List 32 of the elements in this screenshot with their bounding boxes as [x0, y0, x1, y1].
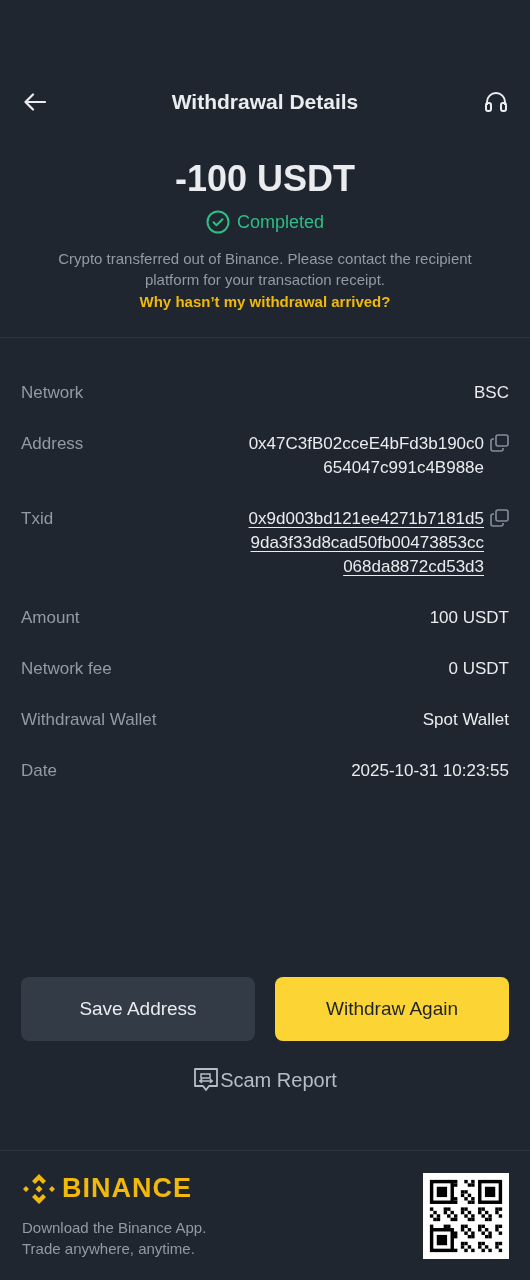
- detail-label: Date: [21, 760, 57, 782]
- detail-value: 0 USDT: [448, 658, 509, 680]
- detail-value: 2025-10-31 10:23:55: [351, 760, 509, 782]
- detail-label: Address: [21, 433, 84, 455]
- detail-value: BSC: [474, 382, 509, 404]
- txid-link[interactable]: 0x9d003bd121ee4271b7181d5 9da3f33d8cad50fb00473853cc 068da8872cd53d3: [248, 507, 484, 579]
- detail-label: Network fee: [21, 658, 112, 680]
- detail-label: Amount: [21, 607, 80, 629]
- support-button[interactable]: [482, 89, 510, 115]
- withdraw-again-button[interactable]: Withdraw Again: [275, 977, 509, 1041]
- copy-icon[interactable]: [490, 434, 509, 452]
- help-link[interactable]: Why hasn’t my withdrawal arrived?: [139, 293, 391, 310]
- detail-label: Network: [21, 382, 84, 404]
- headset-icon: [484, 91, 508, 113]
- page-title: Withdrawal Details: [171, 90, 359, 114]
- brand-wordmark: BINANCE: [62, 1173, 192, 1204]
- copy-icon[interactable]: [490, 509, 509, 527]
- report-icon: [193, 1067, 220, 1093]
- app-tagline: Download the Binance App. Trade anywhere, anytime.: [22, 1217, 207, 1259]
- detail-value: 100 USDT: [429, 607, 509, 629]
- diamond-logo-icon: [22, 1172, 56, 1205]
- detail-label: Withdrawal Wallet: [21, 709, 157, 731]
- detail-value: Spot Wallet: [422, 709, 509, 731]
- back-button[interactable]: [22, 91, 48, 113]
- save-address-button[interactable]: Save Address: [21, 977, 255, 1041]
- status-description: Crypto transferred out of Binance. Please contact the recipient platform for your transaction receipt.: [57, 249, 473, 290]
- scam-report-button[interactable]: Scam Report: [193, 1067, 337, 1093]
- withdrawal-amount: -100 USDT: [174, 158, 356, 200]
- detail-value: 0x47C3fB02cceE4bFd3b190c0 654047c991c4B988e: [248, 433, 484, 479]
- detail-label: Txid: [21, 508, 54, 530]
- status-label: Completed: [236, 211, 324, 233]
- back-arrow-icon: [24, 93, 46, 111]
